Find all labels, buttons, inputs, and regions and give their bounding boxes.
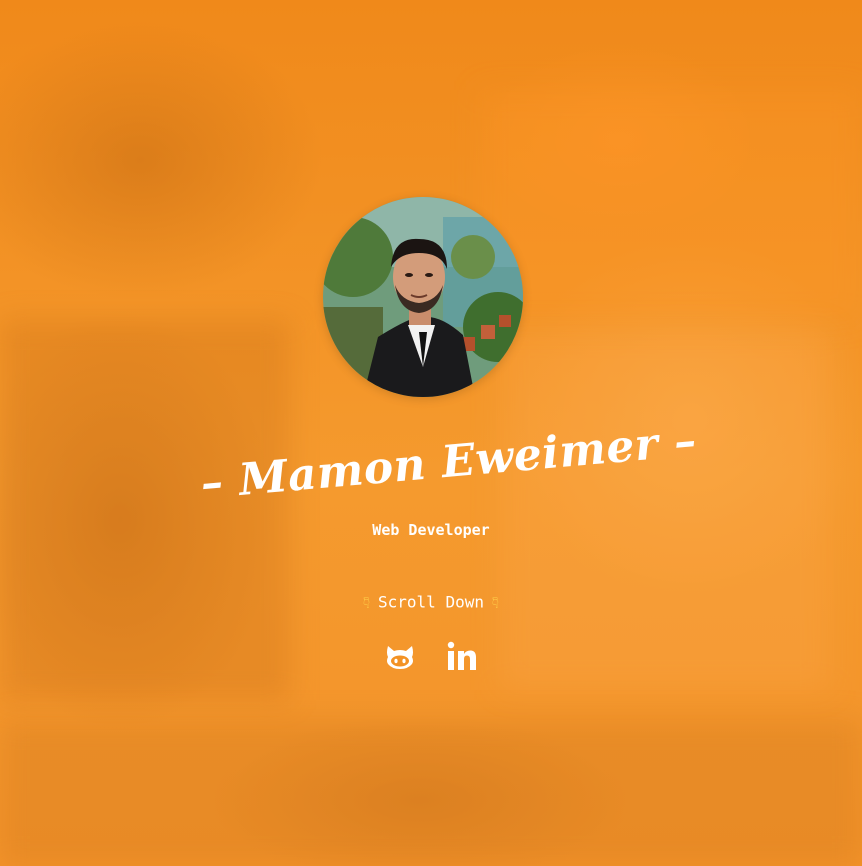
- linkedin-link[interactable]: [445, 640, 479, 674]
- avatar: [323, 197, 523, 397]
- linkedin-icon: [447, 641, 476, 670]
- pointing-down-hand-icon: 👇︎: [363, 592, 371, 612]
- scroll-down-label: Scroll Down: [378, 592, 484, 612]
- profile-title: Web Developer: [372, 521, 490, 539]
- scroll-down-link[interactable]: 👇︎ Scroll Down 👇︎: [0, 590, 862, 615]
- github-octocat-icon: [387, 646, 413, 669]
- name-dash-left: –: [198, 455, 242, 510]
- github-link[interactable]: [383, 640, 417, 674]
- name-dash-right: –: [655, 415, 699, 470]
- pointing-down-hand-icon: 👇︎: [491, 592, 499, 612]
- social-links: [0, 640, 862, 674]
- profile-name: – Mamon Eweimer –: [197, 406, 699, 525]
- name-text: Mamon Eweimer: [236, 418, 661, 507]
- hero-section: – Mamon Eweimer – Web Developer 👇︎ Scroll…: [0, 0, 862, 866]
